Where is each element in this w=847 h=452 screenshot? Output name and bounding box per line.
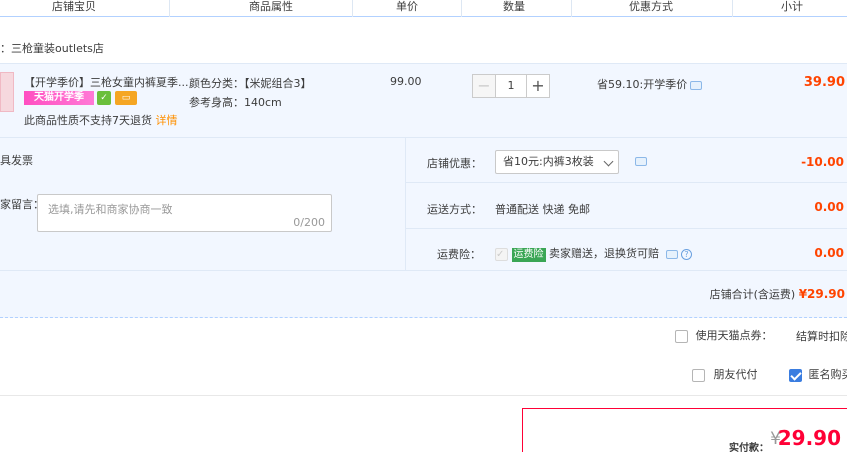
use-points-row: 使用天猫点券： [675,327,773,343]
unit-price: 99.00 [390,75,422,88]
quantity-stepper: − 1 + [472,74,558,98]
attr-color: 颜色分类：【米妮组合3】 [189,77,312,90]
header-divider [571,0,572,17]
qty-input[interactable]: 1 [496,74,526,98]
options-divider [405,138,406,270]
use-points-label: 使用天猫点券： [695,329,773,342]
insurance-checkbox[interactable] [495,247,508,261]
insurance-text: 卖家赠送，退换货可赔 [549,247,659,260]
card-icon: ▭ [115,91,137,105]
return-policy: 此商品性质不支持7天退货 详情 [24,112,178,128]
insurance-label: 运费险： [437,248,481,261]
options-divider [405,228,847,229]
shipping-label: 运送方式： [427,203,482,216]
shop-coupon-label: 店铺优惠： [427,157,482,170]
shop-coupon-value: -10.00 [801,155,844,169]
header-divider [352,0,353,17]
order-options: 具发票 家留言： 选填,请先和商家协商一致 0/200 店铺优惠： 省10元:内… [0,138,847,318]
product-thumbnail[interactable] [0,72,14,112]
payment-label: 实付款： [729,443,769,452]
item-subtotal: 39.90 [803,75,845,90]
message-counter: 0/200 [293,216,325,229]
header-subtotal: 小计 [781,0,803,13]
header-divider [461,0,462,17]
discount-info: 省59.10:开学季价 [597,76,703,92]
qty-minus-button[interactable]: − [472,74,496,98]
options-divider [405,182,847,183]
cart-item-row: 【开学季价】三枪女童内裤夏季... 天猫开学季 ✓ ▭ 此商品性质不支持7天退货… [0,63,847,138]
message-textarea[interactable]: 选填,请先和商家协商一致 0/200 [37,194,332,232]
header-attributes: 商品属性 [249,0,293,13]
payment-amount: 29.90 [777,426,841,450]
shop-name[interactable]: ：三枪童装outlets店 [0,40,104,56]
payment-summary: 实付款： ¥ 29.90 [522,408,847,452]
promo-badge: 天猫开学季 [24,91,94,105]
header-unit-price: 单价 [396,0,418,13]
shop-total-value: ¥29.90 [798,287,845,301]
section-divider [0,395,847,396]
invoice-label[interactable]: 具发票 [0,152,33,168]
points-note: 结算时扣除 [796,330,847,343]
insurance-info: 运费险 卖家赠送，退换货可赔 ? [495,245,692,262]
help-icon[interactable]: ? [681,248,692,260]
anonymous-row: 匿名购买 [789,366,847,382]
shop-total: 店铺合计(含运费) ¥29.90 [710,286,845,302]
chat-icon[interactable] [690,80,703,90]
chat-icon[interactable] [665,249,678,259]
shop-coupon-select[interactable]: 省10元:内裤3枚装 [495,150,619,174]
header-quantity: 数量 [503,0,525,13]
anonymous-label: 匿名购买 [808,368,847,381]
use-points-checkbox[interactable] [675,329,688,343]
shipping-method: 普通配送 快递 免邮 [495,203,590,216]
friend-pay-label: 朋友代付 [713,368,758,381]
shop-total-label: 店铺合计(含运费) [709,288,796,301]
shop-coupon-selected: 省10元:内裤3枚装 [503,155,594,168]
shipping-value: 0.00 [814,200,844,214]
cart-header: 店铺宝贝 商品属性 单价 数量 优惠方式 小计 [0,0,847,17]
detail-link[interactable]: 详情 [156,114,178,127]
header-divider [169,0,170,17]
chevron-down-icon [603,156,614,167]
header-divider [732,0,733,17]
message-placeholder: 选填,请先和商家协商一致 [48,203,173,216]
header-shop-item: 店铺宝贝 [52,0,96,13]
guarantee-icon: ✓ [97,91,111,105]
discount-text: 省59.10:开学季价 [597,78,688,91]
qty-plus-button[interactable]: + [526,74,550,98]
product-title[interactable]: 【开学季价】三枪女童内裤夏季... [24,74,189,90]
header-discount: 优惠方式 [629,0,673,13]
options-divider [0,270,847,271]
insurance-value: 0.00 [814,246,844,260]
friend-pay-row: 朋友代付 [692,366,758,382]
chat-icon[interactable] [635,157,647,166]
attr-height: 参考身高：140cm [189,96,282,109]
friend-pay-checkbox[interactable] [692,368,705,382]
anonymous-checkbox[interactable] [789,368,802,382]
insurance-badge: 运费险 [511,248,546,262]
return-policy-text: 此商品性质不支持7天退货 [24,114,152,127]
